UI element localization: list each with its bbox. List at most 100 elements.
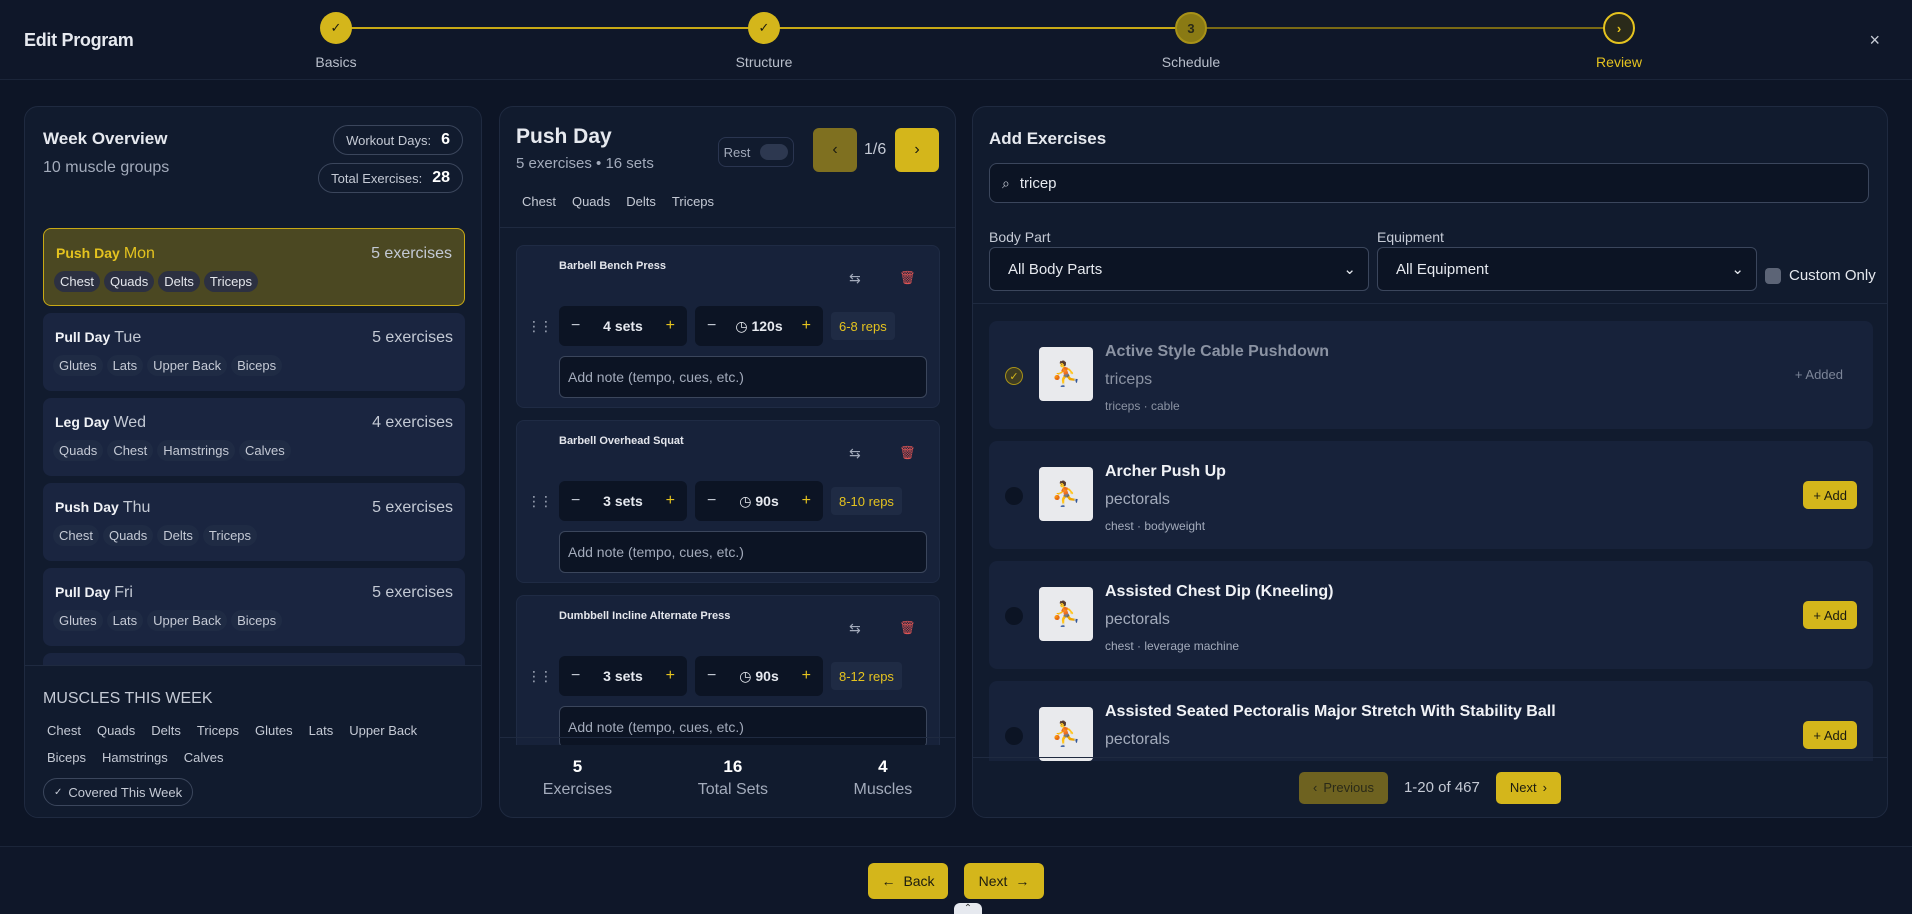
clock-icon: ◷ (735, 317, 748, 334)
swap-icon[interactable]: ⇆ (849, 445, 861, 462)
exercise-name: Barbell Bench Press (559, 260, 666, 272)
result-item[interactable]: ⛹ Assisted Seated Pectoralis Major Stret… (989, 681, 1873, 761)
custom-only-label: Custom Only (1789, 267, 1876, 284)
muscle-tag: Quads (53, 440, 104, 461)
check-icon: ✓ (320, 12, 352, 44)
covered-legend: ✓ Covered This Week (43, 778, 194, 806)
day-card-fri[interactable]: Pull Day Fri 5 exercises Glutes Lats Uppe… (43, 568, 465, 646)
reps-badge[interactable]: 8-12 reps (831, 662, 902, 690)
result-name: Assisted Chest Dip (Kneeling) (1105, 583, 1334, 600)
swap-icon[interactable]: ⇆ (849, 270, 861, 287)
check-icon: ✓ (748, 12, 780, 44)
add-exercise-button[interactable]: + Add (1803, 721, 1857, 749)
select-radio[interactable] (1005, 607, 1023, 625)
minus-icon[interactable]: − (571, 667, 580, 685)
plus-icon[interactable]: + (666, 492, 675, 510)
result-name: Archer Push Up (1105, 463, 1226, 480)
exercise-results[interactable]: ✓ ⛹ Active Style Cable Pushdown triceps … (989, 321, 1873, 761)
minus-icon[interactable]: − (707, 667, 716, 685)
muscle-tag: Calves (183, 750, 224, 765)
select-radio[interactable] (1005, 487, 1023, 505)
muscle-tag: Hamstrings (102, 750, 168, 765)
drag-handle-icon[interactable]: ⋮⋮ (527, 318, 553, 335)
result-item[interactable]: ⛹ Archer Push Up pectorals chest · bodyw… (989, 441, 1873, 549)
plus-icon[interactable]: + (802, 492, 811, 510)
arrow-right-icon: → (1015, 873, 1030, 889)
result-item[interactable]: ⛹ Assisted Chest Dip (Kneeling) pectoral… (989, 561, 1873, 669)
day-exercise-count: 5 exercises (371, 245, 452, 262)
step-review[interactable]: › Review (1549, 12, 1689, 70)
exercise-list[interactable]: Barbell Bench Press ⇆ 🗑 ⋮⋮ − 4 sets + − … (516, 245, 940, 745)
muscle-tag: Chest (522, 194, 556, 209)
chevron-right-icon: › (1603, 12, 1635, 44)
step-schedule[interactable]: 3 Schedule (1121, 12, 1261, 70)
add-exercises-title: Add Exercises (989, 129, 1107, 148)
day-card-tue[interactable]: Pull Day Tue 5 exercises Glutes Lats Uppe… (43, 313, 465, 391)
result-meta: chest · bodyweight (1105, 519, 1206, 533)
exercise-thumbnail: ⛹ (1039, 467, 1093, 521)
workout-days-badge: Workout Days: 6 (333, 125, 463, 155)
swap-icon[interactable]: ⇆ (849, 620, 861, 637)
search-input[interactable]: ⌕ tricep (989, 163, 1869, 203)
day-card-mon[interactable]: Push Day Mon 5 exercises Chest Quads Delt… (43, 228, 465, 306)
plus-icon[interactable]: + (666, 317, 675, 335)
muscle-tag: Glutes (53, 610, 103, 631)
add-exercise-button[interactable]: + Add (1803, 481, 1857, 509)
prev-day-button[interactable]: ‹ (813, 128, 857, 172)
rest-value: 90s (755, 492, 779, 509)
checkbox[interactable] (1765, 267, 1781, 284)
chevron-down-icon: ⌄ (1731, 261, 1744, 278)
plus-icon[interactable]: + (802, 317, 811, 335)
reps-badge[interactable]: 6-8 reps (831, 312, 895, 340)
toggle-switch[interactable] (760, 144, 789, 160)
close-icon[interactable]: × (1869, 30, 1880, 51)
minus-icon[interactable]: − (707, 492, 716, 510)
select-radio[interactable] (1005, 727, 1023, 745)
trash-icon[interactable]: 🗑 (899, 270, 916, 286)
next-day-button[interactable]: › (895, 128, 939, 172)
chevron-up-icon[interactable]: ⌃ (954, 903, 982, 914)
body-part-select[interactable]: All Body Parts ⌄ (989, 247, 1369, 291)
muscle-tag: Delts (157, 525, 199, 546)
previous-page-button[interactable]: ‹ Previous (1299, 771, 1388, 804)
day-title: Push Day (516, 125, 612, 148)
minus-icon[interactable]: − (571, 492, 580, 510)
drag-handle-icon[interactable]: ⋮⋮ (527, 668, 553, 685)
note-input[interactable]: Add note (tempo, cues, etc.) (559, 356, 927, 398)
day-card-thu[interactable]: Push Day Thu 5 exercises Chest Quads Delt… (43, 483, 465, 561)
day-of-week: Thu (122, 499, 151, 516)
next-page-button[interactable]: Next › (1495, 771, 1561, 804)
exercise-thumbnail: ⛹ (1039, 707, 1093, 761)
workout-days-label: Workout Days: (346, 132, 432, 148)
result-meta: triceps · cable (1105, 399, 1180, 413)
step-label: Basics (315, 54, 357, 70)
minus-icon[interactable]: − (571, 317, 580, 335)
summary-label: Exercises (542, 780, 613, 798)
plus-icon[interactable]: + (802, 667, 811, 685)
step-basics[interactable]: ✓ Basics (266, 12, 406, 70)
custom-only-checkbox[interactable]: Custom Only (1765, 267, 1876, 284)
equipment-select[interactable]: All Equipment ⌄ (1377, 247, 1757, 291)
trash-icon[interactable]: 🗑 (899, 445, 916, 461)
step-structure[interactable]: ✓ Structure (694, 12, 834, 70)
note-input[interactable]: Add note (tempo, cues, etc.) (559, 531, 927, 573)
minus-icon[interactable]: − (707, 317, 716, 335)
result-item[interactable]: ✓ ⛹ Active Style Cable Pushdown triceps … (989, 321, 1873, 429)
covered-label: Covered This Week (68, 784, 183, 800)
day-card-wed[interactable]: Leg Day Wed 4 exercises Quads Chest Hamst… (43, 398, 465, 476)
rest-value: 120s (751, 317, 783, 334)
reps-badge[interactable]: 8-10 reps (831, 487, 902, 515)
result-muscle: pectorals (1105, 491, 1170, 508)
add-exercise-button[interactable]: + Add (1803, 601, 1857, 629)
next-button[interactable]: Next → (964, 863, 1044, 899)
day-name: Leg Day (55, 414, 110, 430)
body-part-label: Body Part (989, 229, 1051, 245)
week-overview-panel: Week Overview 10 muscle groups Workout D… (24, 106, 482, 818)
muscle-tag: Chest (107, 440, 154, 461)
rest-toggle[interactable]: Rest (718, 137, 794, 167)
back-button[interactable]: ← Back (868, 863, 948, 899)
plus-icon[interactable]: + (666, 667, 675, 685)
chevron-down-icon: ⌄ (1343, 261, 1356, 278)
drag-handle-icon[interactable]: ⋮⋮ (527, 493, 553, 510)
trash-icon[interactable]: 🗑 (899, 620, 916, 636)
